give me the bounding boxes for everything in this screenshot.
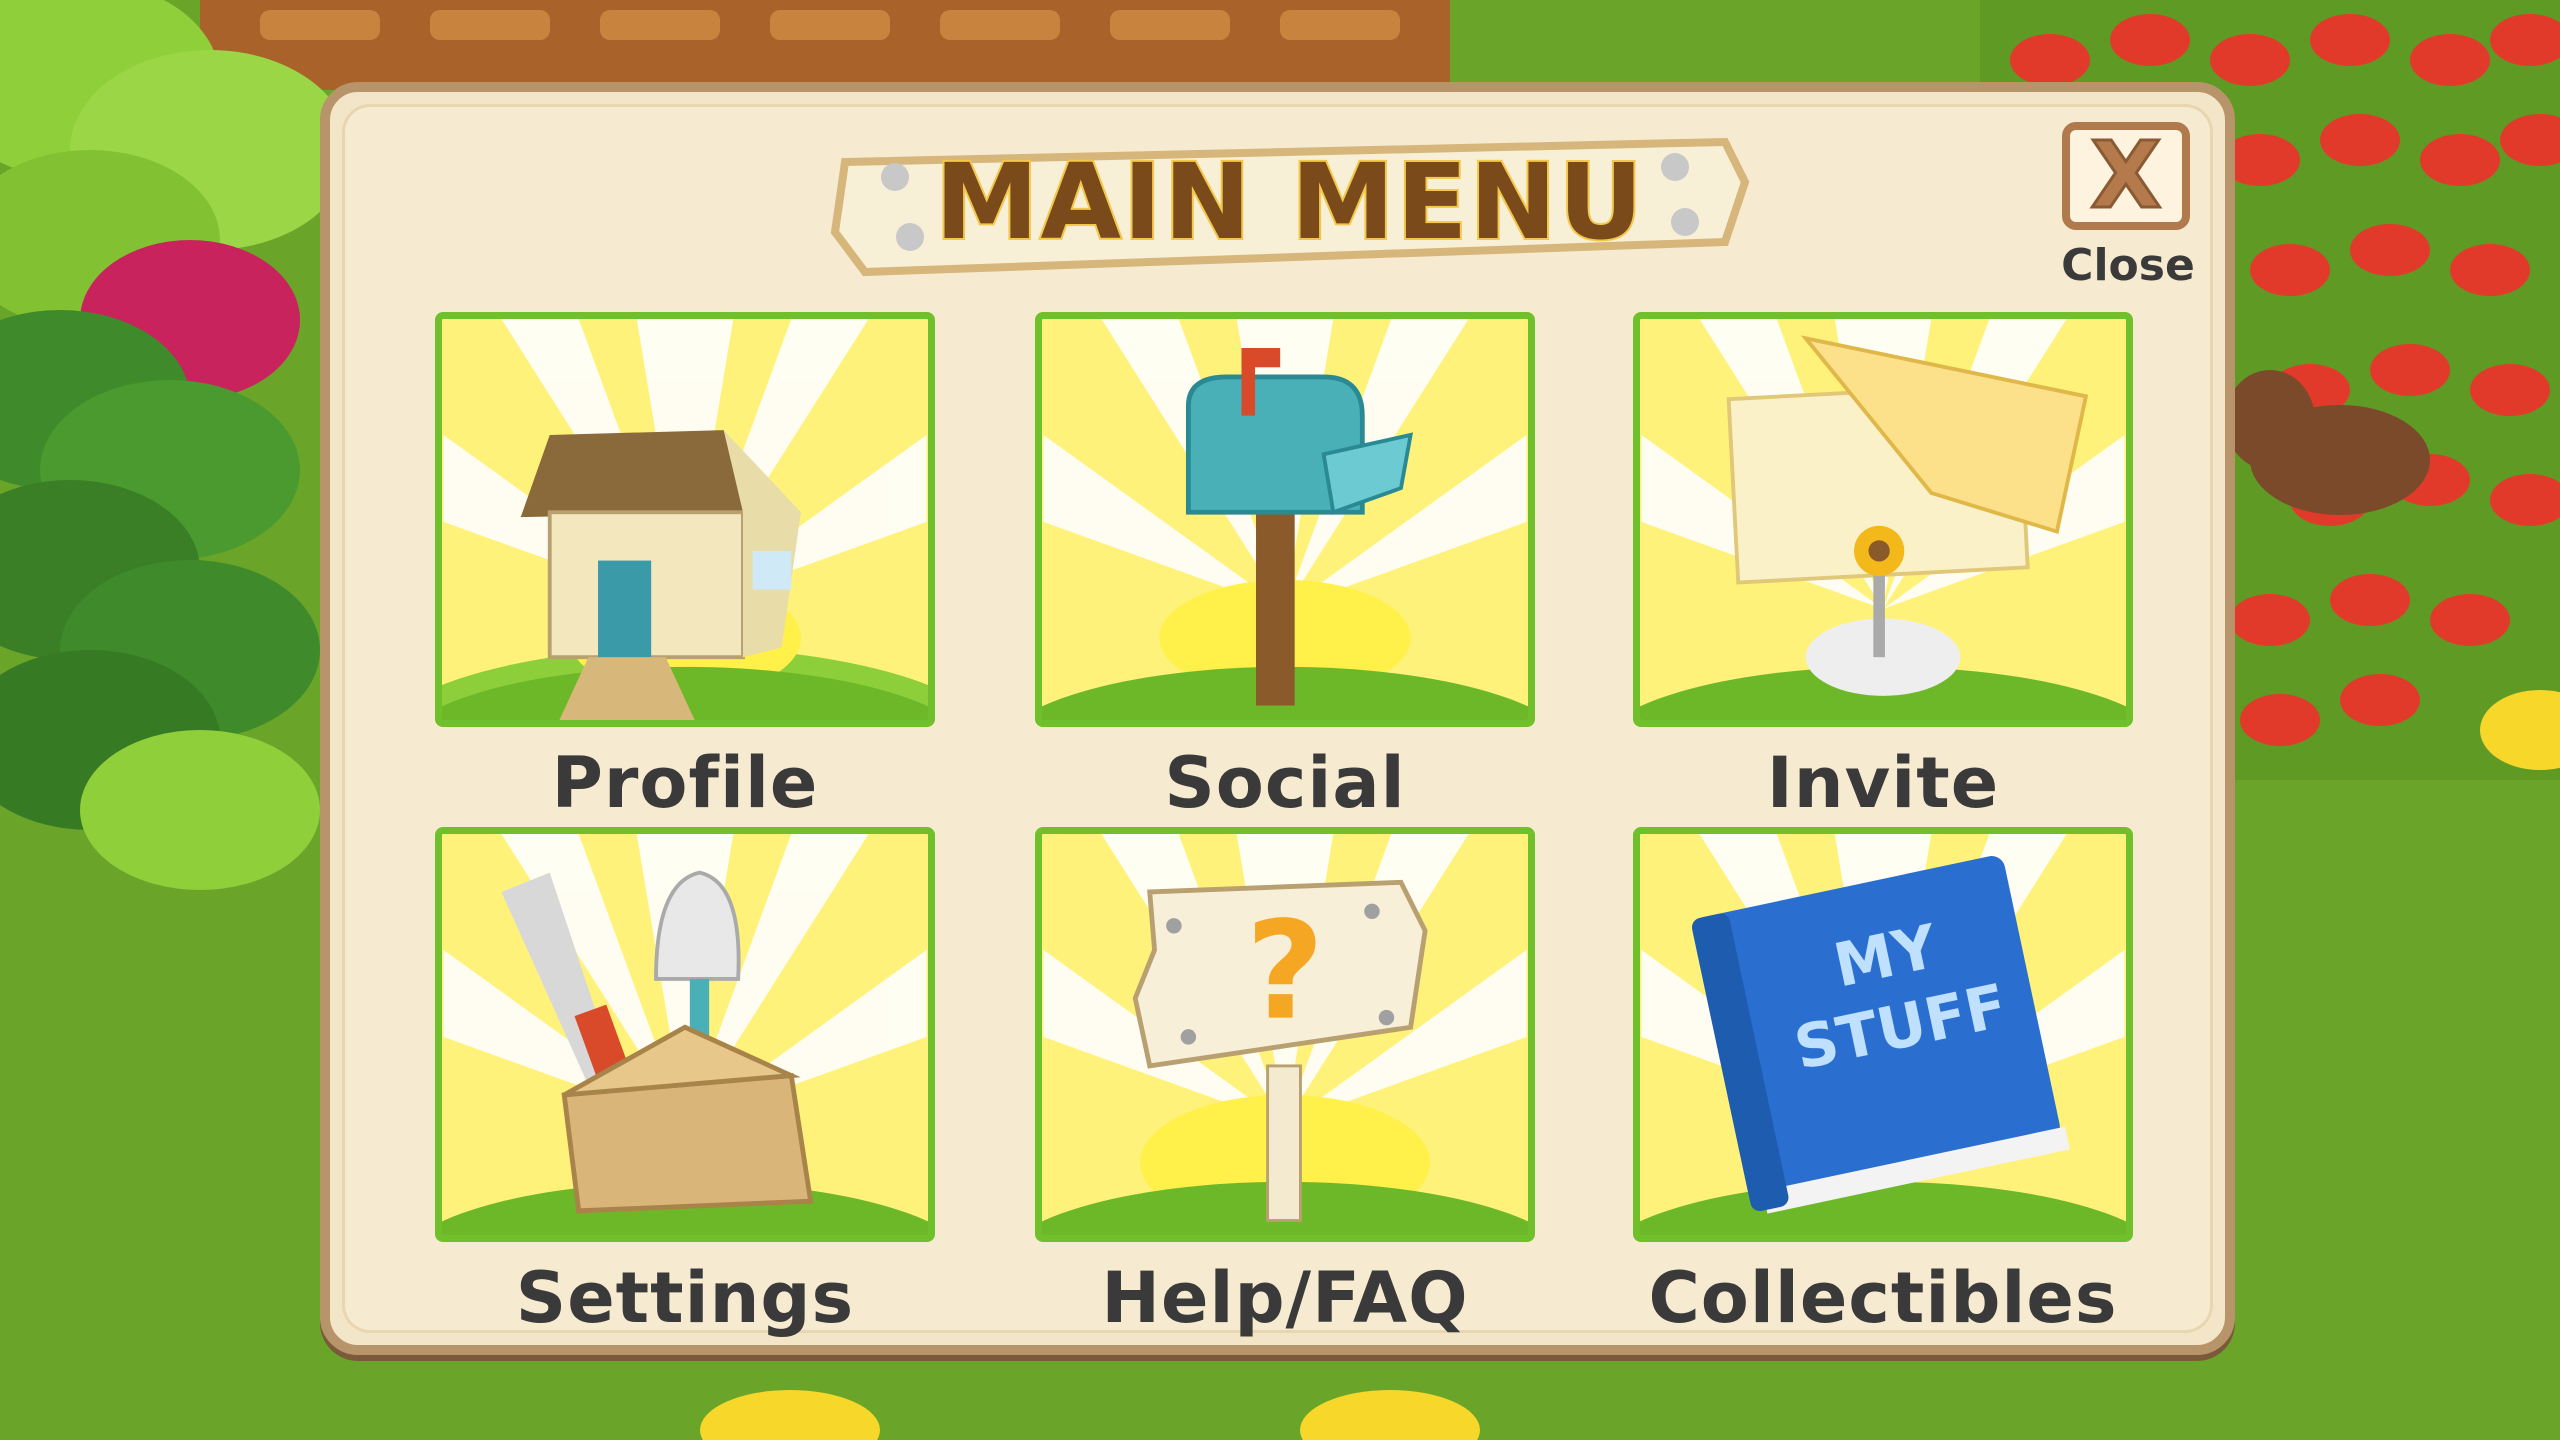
svg-text:?: ?	[1246, 892, 1324, 1050]
menu-item-label: Settings	[515, 1257, 855, 1339]
title-plank: MAIN MENU	[825, 122, 1755, 282]
book-icon: MY STUFF	[1640, 834, 2126, 1235]
close-glyph: X	[2089, 122, 2163, 229]
tile-frame	[1633, 312, 2133, 727]
menu-item-invite[interactable]: Invite	[1633, 312, 2133, 824]
tile-frame	[435, 312, 935, 727]
menu-item-settings[interactable]: Settings	[435, 827, 935, 1339]
main-menu-panel: MAIN MENU X Close Profile Social Invite …	[320, 82, 2235, 1355]
tile-frame	[435, 827, 935, 1242]
menu-item-social[interactable]: Social	[1035, 312, 1535, 824]
menu-item-label: Profile	[551, 742, 819, 824]
question-sign-icon: ?	[1042, 834, 1528, 1235]
menu-item-help-faq[interactable]: ? Help/FAQ	[1035, 827, 1535, 1339]
menu-item-label: Collectibles	[1648, 1257, 2118, 1339]
menu-item-collectibles[interactable]: MY STUFF Collectibles	[1633, 827, 2133, 1339]
close-button[interactable]: X Close	[2058, 122, 2198, 322]
menu-item-label: Help/FAQ	[1101, 1257, 1469, 1339]
tile-frame: MY STUFF	[1633, 827, 2133, 1242]
toolbox-icon	[442, 834, 928, 1235]
menu-item-profile[interactable]: Profile	[435, 312, 935, 824]
menu-item-label: Social	[1164, 742, 1406, 824]
invitation-icon	[1640, 319, 2126, 720]
tile-frame: ?	[1035, 827, 1535, 1242]
mailbox-icon	[1042, 319, 1528, 720]
menu-item-label: Invite	[1766, 742, 2000, 824]
tile-frame	[1035, 312, 1535, 727]
house-icon	[442, 319, 928, 720]
menu-title: MAIN MENU	[933, 139, 1645, 265]
close-label: Close	[2061, 240, 2195, 291]
close-icon[interactable]: X	[2062, 122, 2190, 230]
